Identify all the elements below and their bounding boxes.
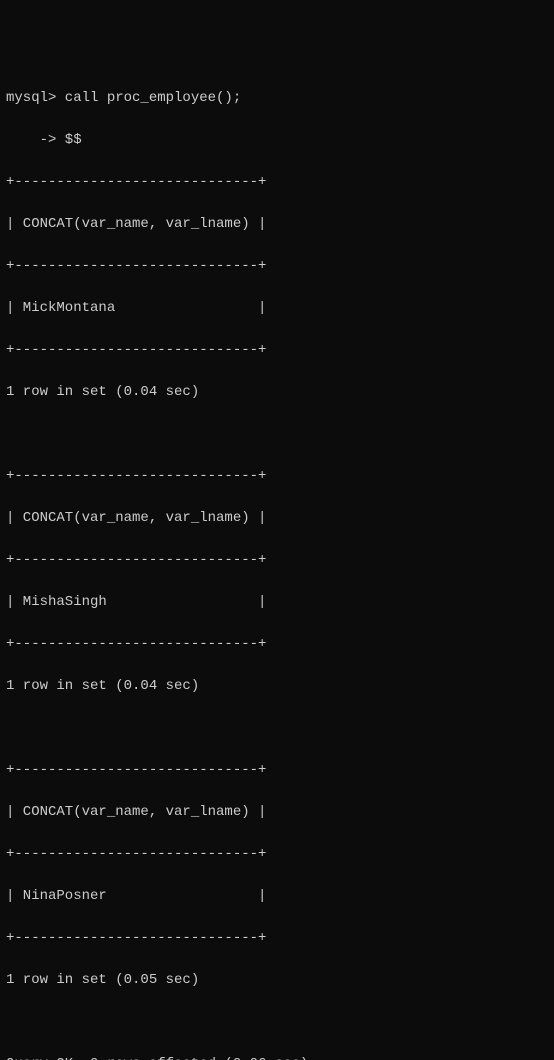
result-timing: 1 row in set (0.05 sec): [6, 970, 548, 991]
table-border: +-----------------------------+: [6, 340, 548, 361]
result-timing: 1 row in set (0.04 sec): [6, 382, 548, 403]
table-border: +-----------------------------+: [6, 928, 548, 949]
blank-line: [6, 718, 548, 739]
table-row: | MishaSingh |: [6, 592, 548, 613]
table-border: +-----------------------------+: [6, 256, 548, 277]
table-border: +-----------------------------+: [6, 466, 548, 487]
table-border: +-----------------------------+: [6, 172, 548, 193]
table-row: | NinaPosner |: [6, 886, 548, 907]
table-row: | MickMontana |: [6, 298, 548, 319]
command-line-1: mysql> call proc_employee();: [6, 88, 548, 109]
command-line-2: -> $$: [6, 130, 548, 151]
table-border: +-----------------------------+: [6, 634, 548, 655]
table-border: +-----------------------------+: [6, 760, 548, 781]
table-header: | CONCAT(var_name, var_lname) |: [6, 214, 548, 235]
blank-line: [6, 1012, 548, 1033]
blank-line: [6, 424, 548, 445]
table-header: | CONCAT(var_name, var_lname) |: [6, 802, 548, 823]
table-header: | CONCAT(var_name, var_lname) |: [6, 508, 548, 529]
query-ok: Query OK, 0 rows affected (0.06 sec): [6, 1054, 548, 1060]
table-border: +-----------------------------+: [6, 844, 548, 865]
table-border: +-----------------------------+: [6, 550, 548, 571]
result-timing: 1 row in set (0.04 sec): [6, 676, 548, 697]
